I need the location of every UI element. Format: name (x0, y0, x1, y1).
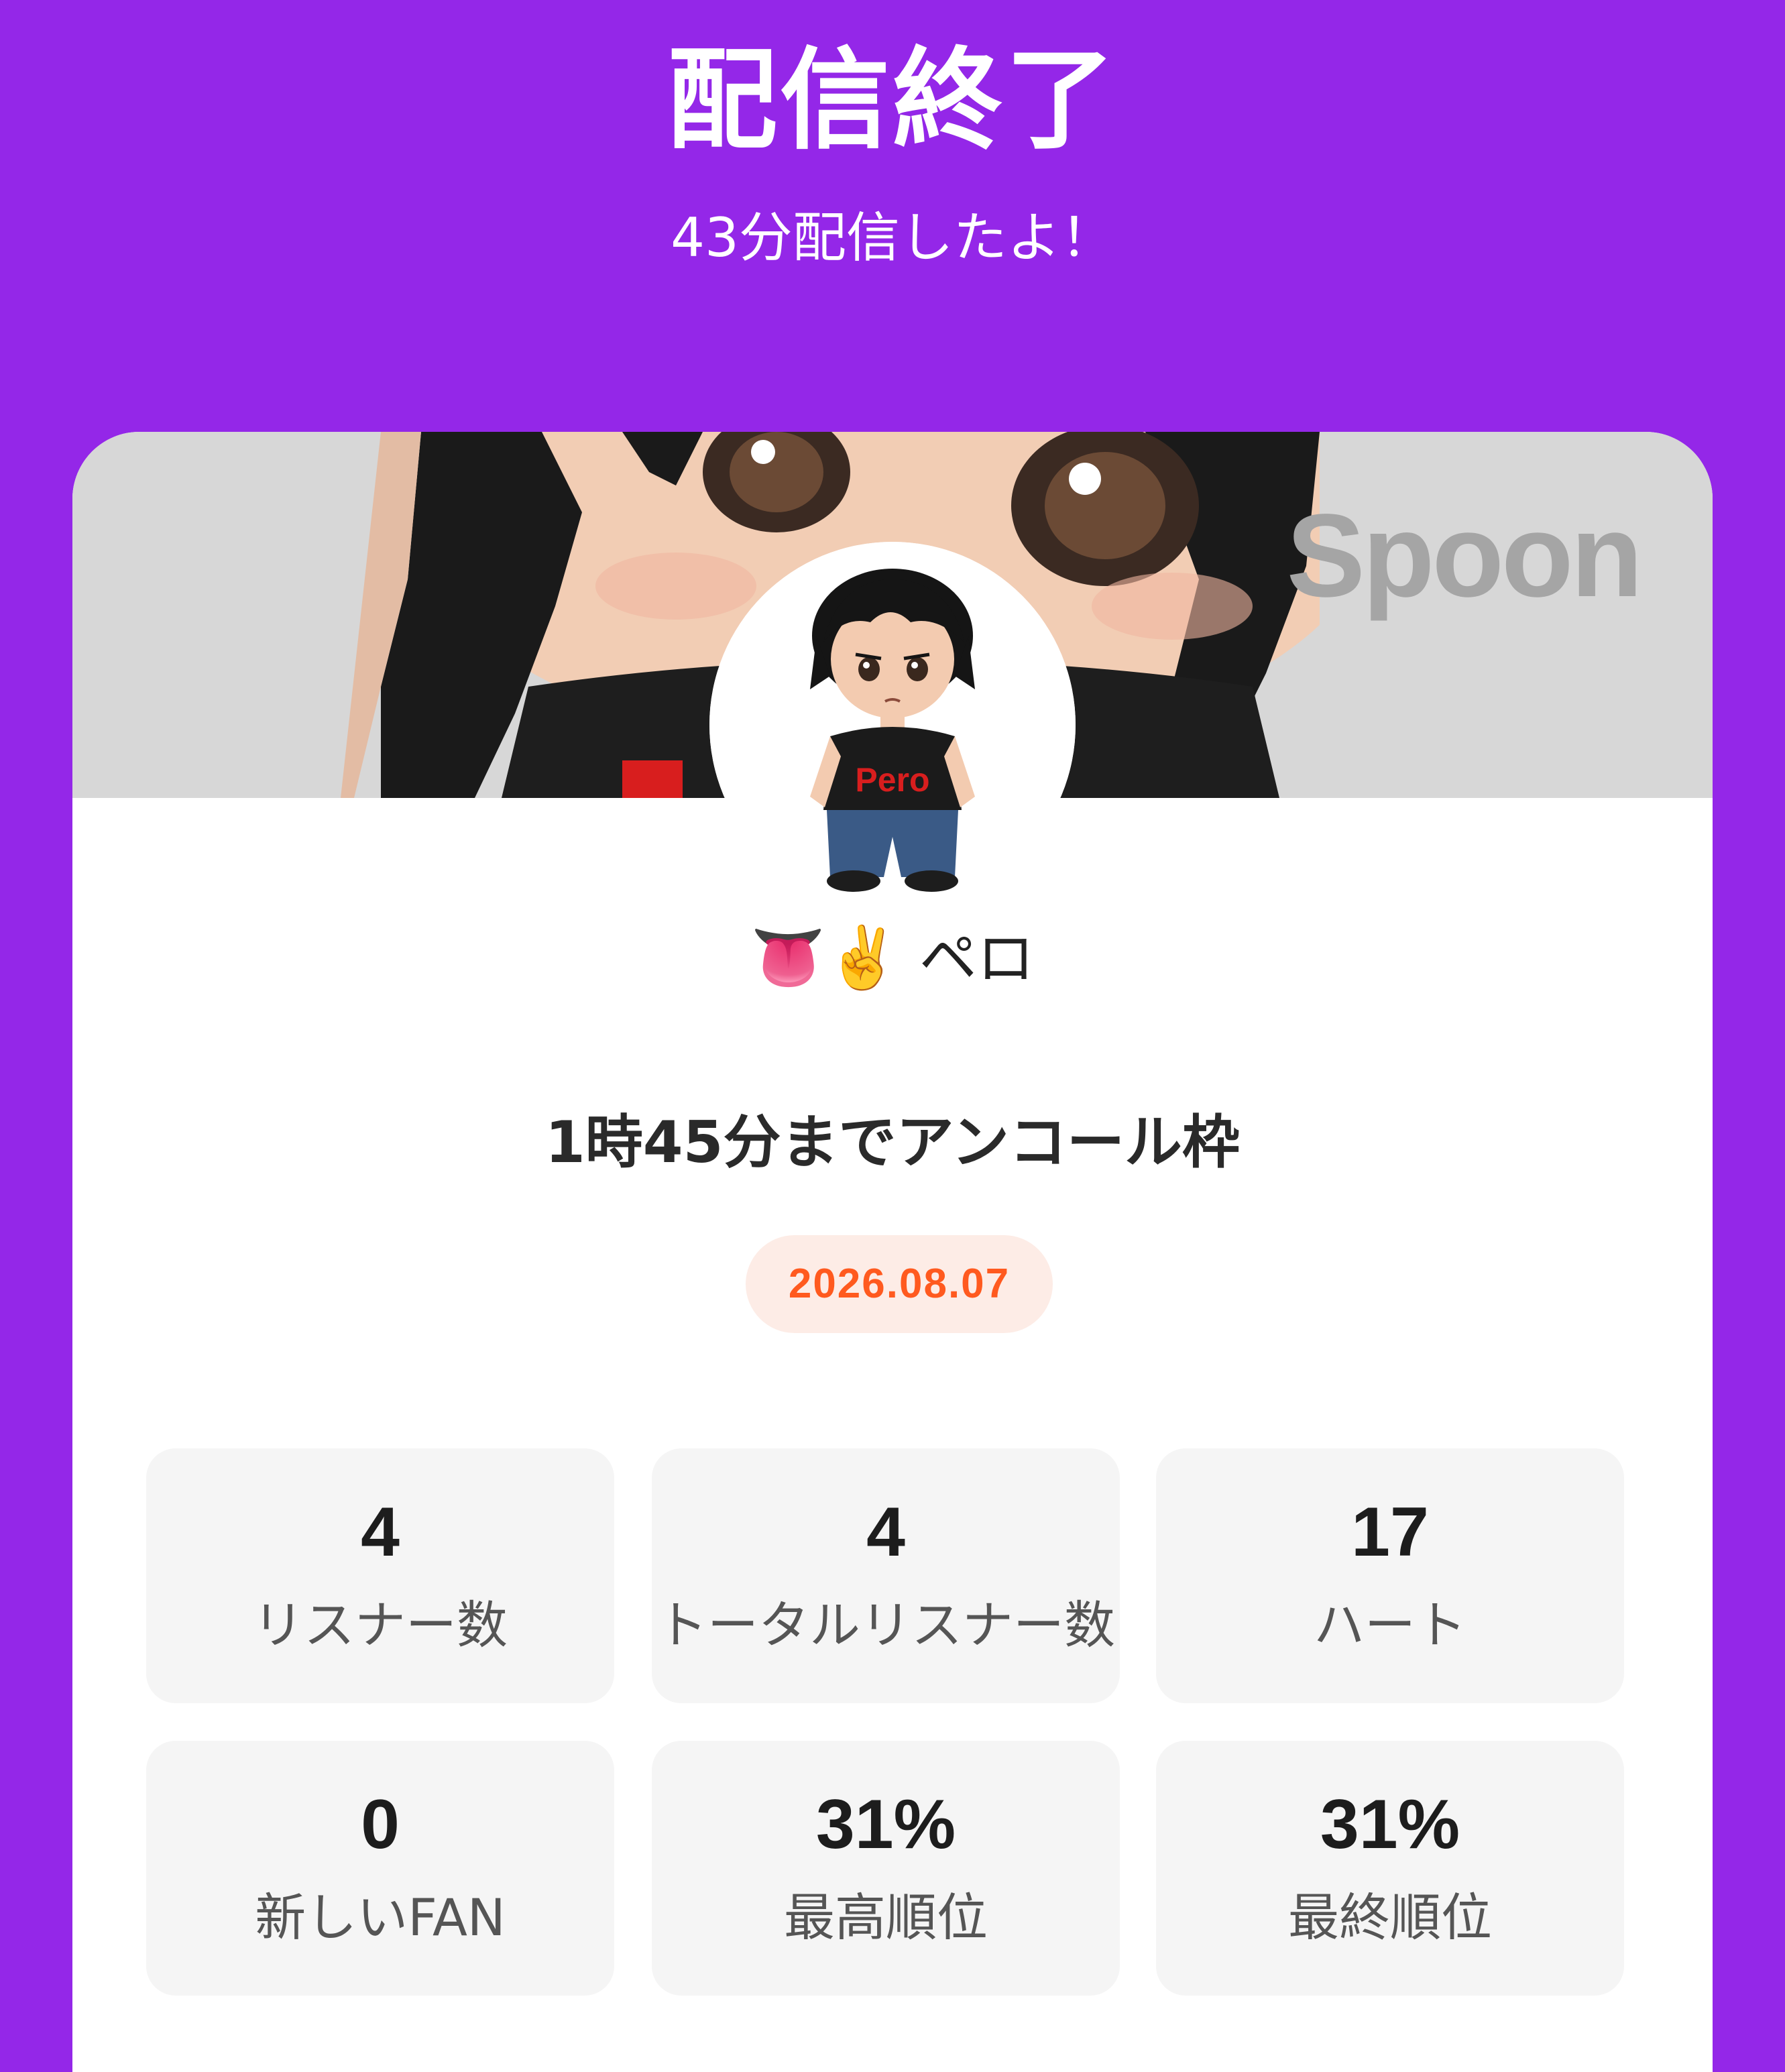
stat-highest-rank: 31% 最高順位 (652, 1741, 1120, 1996)
page-title: 配信終了 (667, 36, 1118, 164)
host-nickname: 👅✌️ ペロ (72, 921, 1713, 996)
stat-value: 17 (1351, 1493, 1429, 1571)
avatar-shirt-text: Pero (855, 761, 929, 799)
stat-value: 0 (361, 1786, 400, 1863)
stat-final-rank: 31% 最終順位 (1156, 1741, 1624, 1996)
live-summary-card: Spoon Pero 👅✌️ ペロ 1時45分までアンコール枠 2026.08.… (72, 432, 1713, 2072)
stat-hearts: 17 ハート (1156, 1448, 1624, 1703)
spoon-logo: Spoon (1286, 490, 1643, 622)
date-badge: 2026.08.07 (746, 1235, 1053, 1333)
stat-value: 4 (866, 1493, 905, 1571)
host-name: ペロ (919, 925, 1035, 992)
stat-new-fans: 0 新しいFAN (146, 1741, 614, 1996)
tongue-peace-emoji: 👅✌️ (750, 923, 901, 993)
live-title: 1時45分までアンコール枠 (544, 1109, 1241, 1176)
stat-total-listeners: 4 トータルリスナー数 (652, 1448, 1120, 1703)
stat-label: 最高順位 (784, 1888, 988, 1947)
stat-label: リスナー数 (253, 1595, 508, 1655)
stat-value: 31% (815, 1786, 956, 1863)
avatar[interactable]: Pero (709, 542, 1076, 908)
stat-value: 4 (361, 1493, 400, 1571)
duration-message: 43分配信したよ！ (671, 207, 1114, 269)
avatar-illustration: Pero (709, 542, 1076, 908)
stat-label: トータルリスナー数 (656, 1595, 1115, 1655)
stat-label: ハート (1314, 1595, 1466, 1655)
stat-label: 新しいFAN (255, 1888, 506, 1947)
stat-listeners: 4 リスナー数 (146, 1448, 614, 1703)
stat-value: 31% (1320, 1786, 1460, 1863)
stat-label: 最終順位 (1288, 1888, 1492, 1947)
